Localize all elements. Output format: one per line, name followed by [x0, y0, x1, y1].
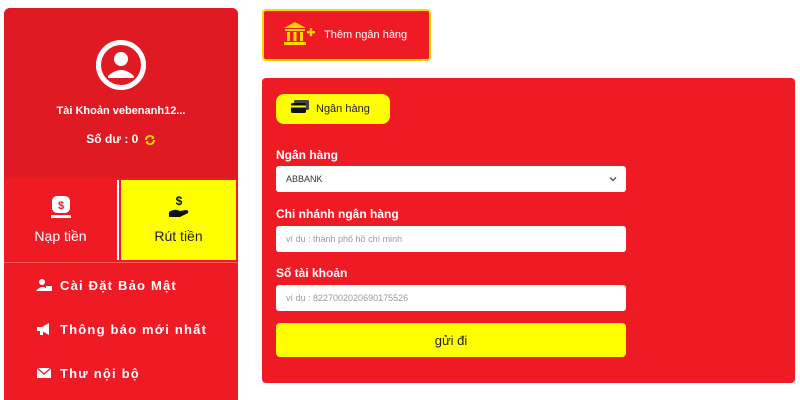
account-number-input[interactable]: ví dụ : 8227002020690175526 [276, 285, 626, 311]
tab-add-bank[interactable]: Thêm ngân hàng [262, 9, 431, 61]
deposit-button[interactable]: $ Nạp tiền [4, 180, 119, 260]
submit-button[interactable]: gửi đi [276, 323, 626, 357]
withdraw-button[interactable]: $ Rút tiền [121, 180, 236, 260]
balance-value: 0 [131, 132, 139, 146]
user-lock-icon [36, 278, 52, 292]
refresh-icon[interactable] [144, 134, 156, 149]
menu-item-security[interactable]: Cài Đặt Bảo Mật [4, 263, 238, 307]
profile-card: Tài Khoản vebenanh12... Số dư : 0 [4, 8, 238, 178]
account-number-label: Số tài khoản [276, 266, 348, 280]
branch-placeholder: ví dụ : thành phố hồ chí minh [286, 234, 403, 244]
svg-text:$: $ [175, 194, 182, 208]
menu-item-inbox[interactable]: Thư nội bộ [4, 351, 238, 395]
chevron-down-icon [608, 174, 618, 186]
sidebar-menu: Cài Đặt Bảo Mật Thông báo mới nhất Thư n… [4, 262, 238, 395]
hand-money-icon: $ [121, 194, 236, 220]
account-number-placeholder: ví dụ : 8227002020690175526 [286, 293, 409, 303]
deposit-label: Nạp tiền [34, 228, 87, 244]
action-row: $ Nạp tiền $ Rút tiền [4, 180, 238, 260]
balance: Số dư : 0 [4, 132, 238, 149]
menu-item-label: Thư nội bộ [60, 365, 140, 381]
withdraw-label: Rút tiền [154, 228, 203, 244]
bank-plus-icon [282, 20, 316, 51]
svg-text:$: $ [57, 200, 63, 212]
bank-select-value: ABBANK [286, 174, 323, 184]
tab-bank-label: Ngân hàng [316, 103, 370, 115]
balance-label: Số dư : [86, 132, 129, 146]
menu-item-label: Cài Đặt Bảo Mật [60, 277, 177, 293]
bank-select[interactable]: ABBANK [276, 166, 626, 192]
menu-item-label: Thông báo mới nhất [60, 321, 208, 337]
branch-input[interactable]: ví dụ : thành phố hồ chí minh [276, 226, 626, 252]
sidebar: Tài Khoản vebenanh12... Số dư : 0 $ Nạp … [4, 8, 238, 400]
megaphone-icon [36, 322, 52, 336]
tab-add-bank-label: Thêm ngân hàng [324, 29, 408, 41]
branch-label: Chi nhánh ngân hàng [276, 207, 399, 221]
tab-bank[interactable]: Ngân hàng [276, 94, 390, 124]
menu-item-notifications[interactable]: Thông báo mới nhất [4, 307, 238, 351]
money-bag-icon: $ [4, 194, 117, 220]
account-name: Tài Khoản vebenanh12... [56, 105, 186, 117]
bank-select-label: Ngân hàng [276, 148, 338, 162]
cards-icon [290, 99, 310, 120]
avatar-icon[interactable] [96, 40, 146, 90]
bank-form-panel: Ngân hàng Ngân hàng ABBANK Chi nhánh ngâ… [262, 78, 795, 383]
envelope-icon [36, 366, 52, 380]
